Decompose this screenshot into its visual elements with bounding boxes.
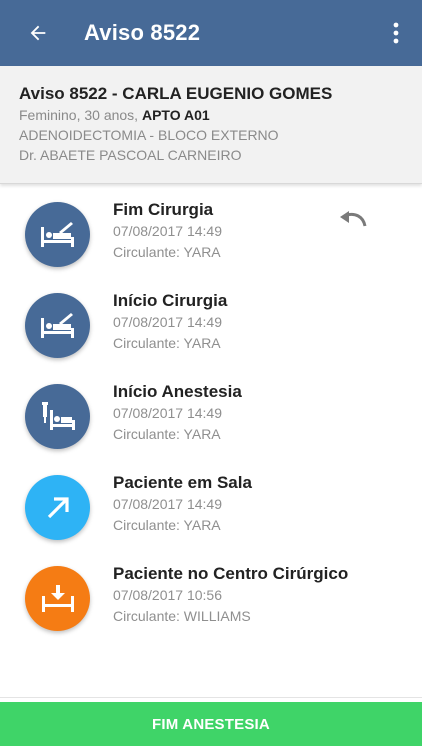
event-text: Início Anestesia 07/08/2017 14:49 Circul… [113, 381, 242, 445]
bottom-divider [0, 697, 422, 698]
app-screen: Aviso 8522 Aviso 8522 - CARLA EUGENIO GO… [0, 0, 422, 750]
event-title: Paciente em Sala [113, 473, 252, 492]
more-vertical-icon [393, 22, 399, 44]
list-item[interactable]: Paciente em Sala 07/08/2017 14:49 Circul… [0, 467, 422, 558]
overflow-menu-button[interactable] [370, 0, 422, 66]
undo-icon [340, 211, 367, 227]
event-icon-circle [25, 384, 90, 449]
list-item[interactable]: Fim Cirurgia 07/08/2017 14:49 Circulante… [0, 194, 422, 285]
event-datetime: 07/08/2017 14:49 [113, 496, 222, 512]
event-text: Paciente no Centro Cirúrgico 07/08/2017 … [113, 563, 348, 627]
bed-arrival-icon [41, 584, 74, 612]
event-list: Fim Cirurgia 07/08/2017 14:49 Circulante… [0, 194, 422, 649]
event-icon-circle [25, 566, 90, 631]
bed-scalpel-icon [40, 221, 74, 247]
event-staff: Circulante: YARA [113, 335, 221, 351]
event-icon-circle [25, 475, 90, 540]
list-item[interactable]: Paciente no Centro Cirúrgico 07/08/2017 … [0, 558, 422, 649]
event-staff: Circulante: YARA [113, 244, 221, 260]
room-label: APTO A01 [141, 107, 210, 123]
event-datetime: 07/08/2017 14:49 [113, 223, 222, 239]
event-title: Início Anestesia [113, 382, 242, 401]
back-button[interactable] [0, 0, 76, 66]
patient-demographics: Feminino, 30 anos, APTO A01 [19, 105, 404, 125]
iv-bed-icon [41, 401, 75, 430]
undo-button[interactable] [336, 206, 370, 234]
event-staff: Circulante: WILLIAMS [113, 608, 251, 624]
event-text: Início Cirurgia 07/08/2017 14:49 Circula… [113, 290, 227, 354]
event-title: Início Cirurgia [113, 291, 228, 310]
event-text: Paciente em Sala 07/08/2017 14:49 Circul… [113, 472, 252, 536]
procedure-text: ADENOIDECTOMIA - BLOCO EXTERNO [19, 127, 279, 143]
app-bar: Aviso 8522 [0, 0, 422, 66]
patient-heading: Aviso 8522 - CARLA EUGENIO GOMES [19, 84, 333, 103]
event-staff: Circulante: YARA [113, 517, 221, 533]
doctor-text: Dr. ABAETE PASCOAL CARNEIRO [19, 147, 242, 163]
event-staff: Circulante: YARA [113, 426, 221, 442]
list-item[interactable]: Início Anestesia 07/08/2017 14:49 Circul… [0, 376, 422, 467]
bed-scalpel-icon [40, 312, 74, 338]
fim-anestesia-button[interactable]: FIM ANESTESIA [0, 702, 422, 746]
patient-info-panel: Aviso 8522 - CARLA EUGENIO GOMES Feminin… [0, 66, 422, 184]
event-datetime: 07/08/2017 14:49 [113, 405, 222, 421]
demographics-text: Feminino, 30 anos, [19, 107, 142, 123]
event-datetime: 07/08/2017 14:49 [113, 314, 222, 330]
screen-title: Aviso 8522 [84, 20, 201, 45]
list-item[interactable]: Início Cirurgia 07/08/2017 14:49 Circula… [0, 285, 422, 376]
event-datetime: 07/08/2017 10:56 [113, 587, 222, 603]
arrow-up-right-icon [47, 496, 69, 518]
event-icon-circle [25, 202, 90, 267]
event-title: Paciente no Centro Cirúrgico [113, 564, 349, 583]
event-icon-circle [25, 293, 90, 358]
arrow-left-icon [30, 25, 46, 41]
event-text: Fim Cirurgia 07/08/2017 14:49 Circulante… [113, 199, 222, 263]
event-title: Fim Cirurgia [113, 200, 214, 219]
